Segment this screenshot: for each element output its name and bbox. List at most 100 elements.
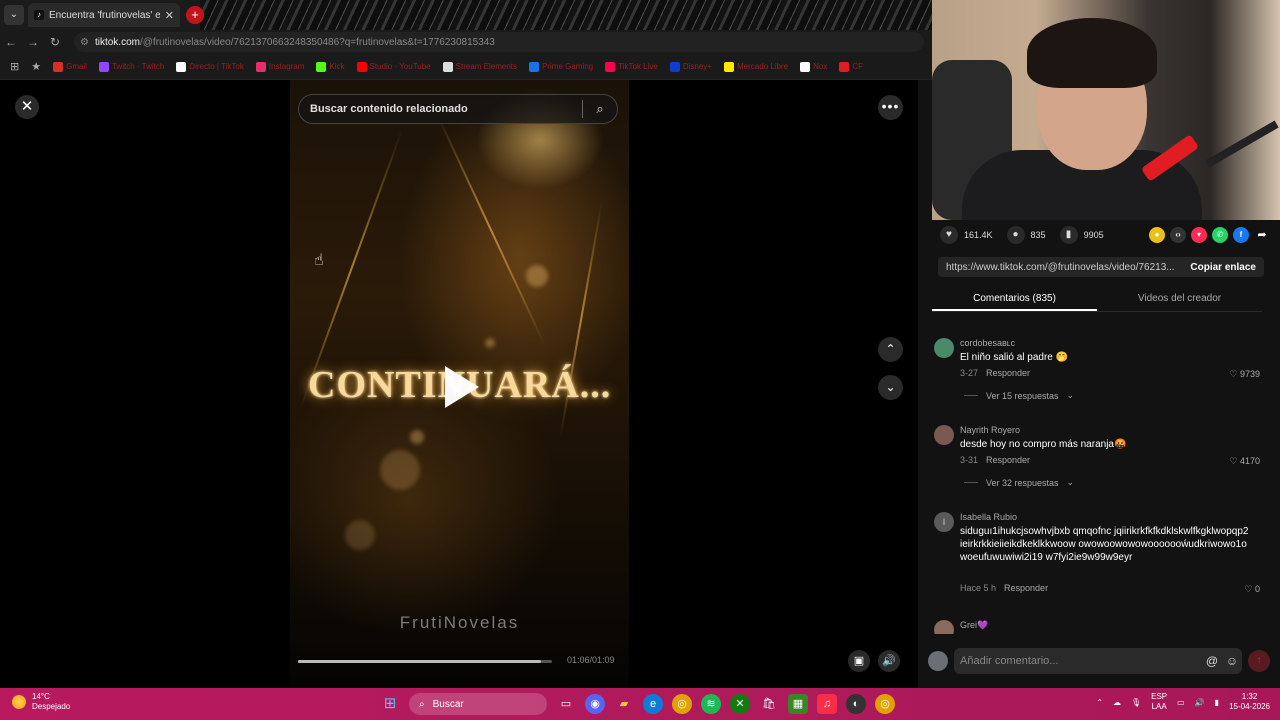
related-search-input[interactable] [310,103,582,115]
comment-likes[interactable]: ♡ 4170 [1229,456,1260,467]
tab-creator-videos[interactable]: Videos del creador [1097,290,1262,311]
save-action[interactable]: ▮ 9905 [1059,226,1104,244]
bookmark-item[interactable]: Disney+ [666,61,716,72]
tray-chevron-icon[interactable]: ⌃ [1096,698,1103,707]
search-icon[interactable]: ⌕ [583,101,617,117]
volume-button[interactable]: 🔊 [878,650,900,672]
bookmarks-bar: ⊞ ★ Gmail Twitch · Twitch Directo | TikTok… [0,54,932,80]
battery-icon[interactable]: ▮ [1215,698,1219,707]
close-button[interactable]: ✕ [15,95,39,119]
task-view-icon[interactable]: ▭ [556,694,576,714]
bookmark-item[interactable]: TikTok Live [601,61,662,72]
comment-likes[interactable]: ♡ 9739 [1229,369,1260,380]
video-link[interactable]: https://www.tiktok.com/@frutinovelas/vid… [938,262,1182,273]
weather-widget[interactable]: 14°C Despejado [12,692,70,712]
volume-icon[interactable]: 🔊 [1195,698,1205,707]
bookmark-item[interactable]: Directo | TikTok [172,61,248,72]
emoji-icon[interactable]: ☺ [1222,654,1242,668]
comment-input-box[interactable]: @ ☺ [954,648,1242,674]
chrome-icon[interactable]: ◎ [672,694,692,714]
comment-text: siduguı1ihukcjsowhvjbxb qmqofnc jqiirikr… [960,526,1249,563]
play-icon[interactable] [445,366,479,408]
tab-comments[interactable]: Comentarios (835) [932,290,1097,311]
bookmark-item[interactable]: Prime Gaming [525,61,597,72]
progress-bar[interactable] [298,660,552,663]
edge-icon[interactable]: e [643,694,663,714]
bookmark-item[interactable]: Nox [796,61,831,72]
bookmark-item[interactable]: Twitch · Twitch [95,61,168,72]
bookmark-item[interactable]: Gmail [49,61,91,72]
music-icon[interactable]: ♫ [817,694,837,714]
reload-icon[interactable]: ↻ [44,35,66,49]
tray-app-icon[interactable]: ☁ [1113,698,1121,707]
avatar[interactable] [934,338,954,358]
language-indicator[interactable]: ESP LAA [1151,692,1167,712]
comment-username[interactable]: Grei💜 [960,620,988,631]
comment-action[interactable]: ● 835 [1006,226,1046,244]
avatar[interactable] [934,425,954,445]
bookmark-item[interactable]: Kick [312,61,348,72]
folder-icon[interactable]: ▰ [614,694,634,714]
coin-icon[interactable]: ● [1149,227,1165,243]
chrome-active-icon[interactable]: ◎ [875,694,895,714]
browser-tab-active[interactable]: ♪ Encuentra 'frutinovelas' en TikT ✕ [28,3,180,27]
next-video-button[interactable]: ⌄ [878,375,903,400]
reply-link[interactable]: Responder [986,455,1030,465]
send-button[interactable]: ↑ [1248,650,1270,672]
related-search-bar[interactable]: ⌕ [298,94,618,124]
video-player[interactable]: CONTINUARÁ... FrutiNovelas 01:06/01:09 [290,80,629,688]
reply-link[interactable]: Responder [986,368,1030,378]
comment-username[interactable]: cordobesaʙʟᴄ [960,338,1015,348]
windows-start-icon[interactable]: ⊞ [380,694,400,714]
send-icon[interactable]: ▾ [1191,227,1207,243]
bookmark-item[interactable]: Instagram [252,61,309,72]
comment-meta: 3-27 Responder [960,368,1030,378]
bokeh-light [410,430,424,444]
comments-list[interactable]: cordobesaʙʟᴄ El niño salió al padre 🤭 3-… [932,334,1272,634]
spotify-icon[interactable]: ≋ [701,694,721,714]
facebook-icon[interactable]: f [1233,227,1249,243]
embed-icon[interactable]: ‹› [1170,227,1186,243]
copy-link-button[interactable]: Copiar enlace [1182,262,1264,273]
copy-link-row: https://www.tiktok.com/@frutinovelas/vid… [938,257,1264,277]
minecraft-icon[interactable]: ▦ [788,694,808,714]
comment-username[interactable]: Isabella Rubio [960,512,1017,522]
back-icon[interactable]: ← [0,35,22,49]
like-action[interactable]: ♥ 161.4K [940,226,993,244]
comment-likes[interactable]: ♡ 0 [1244,584,1260,595]
url-field[interactable]: ⚙ tiktok.com/@frutinovelas/video/7621370… [74,32,924,52]
obs-icon[interactable]: ◐ [846,694,866,714]
view-replies[interactable]: Ver 32 respuestas ⌄ [964,477,1074,488]
bookmark-item[interactable]: CF [835,61,867,72]
share-arrow-icon[interactable]: ➦ [1254,227,1270,243]
xbox-icon[interactable]: ✕ [730,694,750,714]
microphone-icon[interactable]: 🎙 [1131,698,1141,707]
site-info-icon[interactable]: ⚙ [80,37,89,48]
bookmark-item[interactable]: Stream Elements [439,61,521,72]
more-options-button[interactable]: ••• [878,95,903,120]
apps-grid-icon[interactable]: ⊞ [6,60,23,73]
mention-icon[interactable]: @ [1202,654,1222,668]
new-tab-button[interactable]: + [186,6,204,24]
clock[interactable]: 1:32 15-04-2026 [1229,692,1270,712]
previous-video-button[interactable]: ⌃ [878,337,903,362]
network-icon[interactable]: ▭ [1177,698,1185,707]
comment-input[interactable] [960,655,1202,667]
avatar[interactable]: I [934,512,954,532]
tab-list-chevron-icon[interactable]: ⌄ [4,5,24,25]
floating-player-button[interactable]: ▣ [848,650,870,672]
bookmark-item[interactable]: Mercado Libre [720,61,792,72]
avatar[interactable] [934,620,954,634]
store-icon[interactable]: 🛍 [759,694,779,714]
taskbar-search[interactable]: ⌕ Buscar [409,693,547,715]
whatsapp-icon[interactable]: ✆ [1212,227,1228,243]
comment-meta: Hace 5 h Responder [960,583,1048,593]
reply-link[interactable]: Responder [1004,583,1048,593]
tab-close-icon[interactable]: ✕ [165,9,174,22]
bookmark-item[interactable]: Studio · YouTube [353,61,435,72]
comment-username[interactable]: Nayrith Royero [960,425,1020,435]
discord-icon[interactable]: ◉ [585,694,605,714]
star-icon[interactable]: ★ [27,60,45,73]
view-replies[interactable]: Ver 15 respuestas ⌄ [964,390,1074,401]
forward-icon[interactable]: → [22,35,44,49]
